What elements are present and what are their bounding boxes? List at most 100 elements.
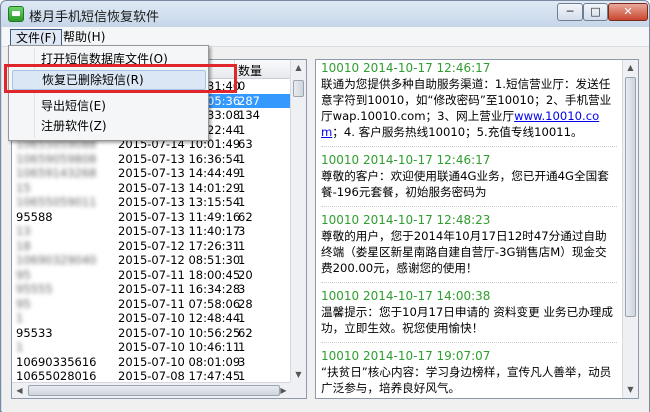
cell-count: 1 [238,151,246,166]
table-row[interactable]: 95588 2015-07-13 11:49:16 62 [12,210,291,225]
message-header: 10010 2014-10-17 12:46:17 [321,61,491,75]
cell-time: 2015-07-13 14:44:49 [118,166,241,180]
message-header: 10010 2014-10-17 19:07:07 [321,349,491,363]
cell-count: 3 [238,282,246,296]
scroll-thumb[interactable] [293,80,304,97]
message-scrollbar[interactable]: ▲ ▼ [622,60,638,398]
table-row[interactable]: 13 2015-07-13 11:40:17 3 [12,224,291,239]
message-header: 10010 2014-10-17 14:00:38 [321,289,491,303]
cell-phone: 10659143268 [16,166,97,180]
highlight-box [4,64,237,93]
message-body: 温馨提示：您于10月17日申请的 资料变更 业务已办理成功，立即生效。祝您使用愉… [321,304,617,343]
table-row[interactable]: 1 2015-07-10 10:46:11 1 [12,340,291,355]
cell-count: 1 [238,340,246,354]
cell-time: 2015-07-10 10:46:11 [118,340,241,354]
table-row[interactable]: 10659059808 2015-07-13 16:36:54 1 [12,152,291,167]
table-row[interactable]: 10659143268 2015-07-13 14:44:49 1 [12,166,291,181]
file-menu-dropdown: 打开短信数据库文件(O) 恢复已删除短信(R) 导出短信(E) 注册软件(Z) [8,45,209,141]
menu-bar: 文件(F) 帮助(H) [2,27,649,47]
message-body: 尊敬的客户：欢迎使用联通4G业务，您已开通4G全国套餐-196元套餐，初始服务密… [321,168,617,207]
table-row[interactable]: 18 2015-07-12 17:26:31 1 [12,239,291,254]
cell-time: 2015-07-13 11:40:17 [118,224,241,238]
cell-time: 2015-07-11 07:58:06 [118,296,241,311]
cell-phone: 10690335616 [16,354,97,369]
message-panel[interactable]: 10010 2014-10-17 12:46:17 联通为您提供多种自助服务渠道：… [315,59,639,399]
table-row[interactable]: 15 2015-07-13 14:01:29 1 [12,181,291,196]
message-item: 10010 2014-10-17 12:46:17 尊敬的客户：欢迎使用联通4G业… [321,153,617,207]
cell-phone: 18 [16,238,31,253]
cell-phone: 10690329040 [16,253,97,267]
message-body: “扶贫日”核心内容：学习身边榜样，宣传凡人善举，动员广泛参与，培养良好风气。 [321,364,617,398]
scroll-down-icon[interactable]: ▼ [291,367,306,383]
menu-item-export[interactable]: 导出短信(E) [12,97,206,117]
cell-time: 2015-07-11 18:00:45 [118,267,241,282]
menu-file[interactable]: 文件(F) [10,29,63,46]
cell-phone: 10655059011 [16,195,97,209]
minimize-button[interactable]: ─ [557,3,583,21]
message-header: 10010 2014-10-17 12:46:17 [321,153,491,167]
cell-phone: 95588 [16,209,53,224]
message-item: 10010 2014-10-17 19:07:07 “扶贫日”核心内容：学习身边榜… [321,349,617,398]
cell-count: 1 [238,166,246,180]
cell-count: 1 [238,238,246,253]
cell-count: 3 [238,224,246,238]
scroll-left-icon[interactable]: ◀ [12,383,27,398]
cell-time: 2015-07-13 11:49:16 [118,209,241,224]
table-row[interactable]: 95533 2015-07-10 10:56:25 62 [12,326,291,341]
cell-phone: 1 [16,311,24,325]
column-header-count[interactable]: 数量 [238,62,262,79]
message-body: 联通为您提供多种自助服务渠道：1.短信营业厅：发送任意字符到10010，如“修改… [321,76,617,147]
scroll-up-icon[interactable]: ▲ [623,60,638,76]
message-body: 尊敬的用户，您于2014年10月17日12时47分通过自助终端（娄星区新星南路自… [321,228,617,283]
title-bar[interactable]: 楼月手机短信恢复软件 ─ □ ✕ [1,1,649,27]
menu-item-register[interactable]: 注册软件(Z) [12,117,206,137]
scroll-down-icon[interactable]: ▼ [623,382,638,398]
cell-time: 2015-07-12 17:26:31 [118,238,241,253]
table-row[interactable]: 95555 2015-07-11 16:34:28 3 [12,282,291,297]
message-text: ；4. 客户服务热线10010；5.充值专线10011。 [332,125,583,139]
horizontal-scroll-thumb[interactable] [28,385,280,396]
cell-time: 2015-07-13 13:15:54 [118,195,241,209]
app-window: 楼月手机短信恢复软件 ─ □ ✕ 文件(F) 帮助(H) 号码 时间 数量 10… [0,0,650,412]
cell-count: 62 [238,325,253,340]
message-header: 10010 2014-10-17 12:48:23 [321,213,491,227]
cell-count: 1 [238,122,246,137]
window-title: 楼月手机短信恢复软件 [29,10,160,25]
table-row[interactable]: 10690335616 2015-07-10 08:01:09 3 [12,355,291,370]
scroll-right-icon[interactable]: ▶ [276,383,291,398]
cell-count: 287 [238,93,260,108]
cell-count: 1 [238,180,246,195]
cell-phone: 95 [16,267,31,282]
cell-phone: 95 [16,296,31,311]
cell-count: 20 [238,267,253,282]
maximize-button[interactable]: □ [583,3,608,21]
message-list: 10010 2014-10-17 12:46:17 联通为您提供多种自助服务渠道：… [321,61,617,398]
table-row[interactable]: 10655059011 2015-07-13 13:15:54 1 [12,195,291,210]
table-row[interactable]: 95 2015-07-11 18:00:45 20 [12,268,291,283]
cell-count: 28 [238,296,253,311]
cell-phone: 1 [16,340,24,354]
cell-phone: 15 [16,180,31,195]
cell-time: 2015-07-10 12:48:44 [118,311,241,325]
cell-count: 62 [238,209,253,224]
cell-phone: 13 [16,224,31,238]
cell-count: 3 [238,354,246,369]
table-row[interactable]: 1 2015-07-10 12:48:44 1 [12,311,291,326]
menu-help[interactable]: 帮助(H) [58,29,110,46]
cell-count: 0 [238,79,246,93]
list-vertical-scrollbar[interactable]: ▲ ▼ [290,60,306,383]
cell-time: 2015-07-13 14:01:29 [118,180,241,195]
cell-count: 1 [238,311,246,325]
cell-time: 2015-07-10 08:01:09 [118,354,241,369]
scroll-up-icon[interactable]: ▲ [291,60,306,76]
cell-time: 2015-07-12 08:51:30 [118,253,241,267]
table-row[interactable]: 10690329040 2015-07-12 08:51:30 1 [12,253,291,268]
cell-phone: 95555 [16,282,53,296]
cell-time: 2015-07-13 16:36:54 [118,151,241,166]
cell-count: 63 [238,137,253,151]
scroll-thumb[interactable] [625,77,636,317]
table-row[interactable]: 95 2015-07-11 07:58:06 28 [12,297,291,312]
close-button[interactable]: ✕ [608,3,648,21]
list-horizontal-scrollbar[interactable]: ◀ ▶ [12,382,291,398]
message-item: 10010 2014-10-17 12:46:17 联通为您提供多种自助服务渠道：… [321,61,617,147]
